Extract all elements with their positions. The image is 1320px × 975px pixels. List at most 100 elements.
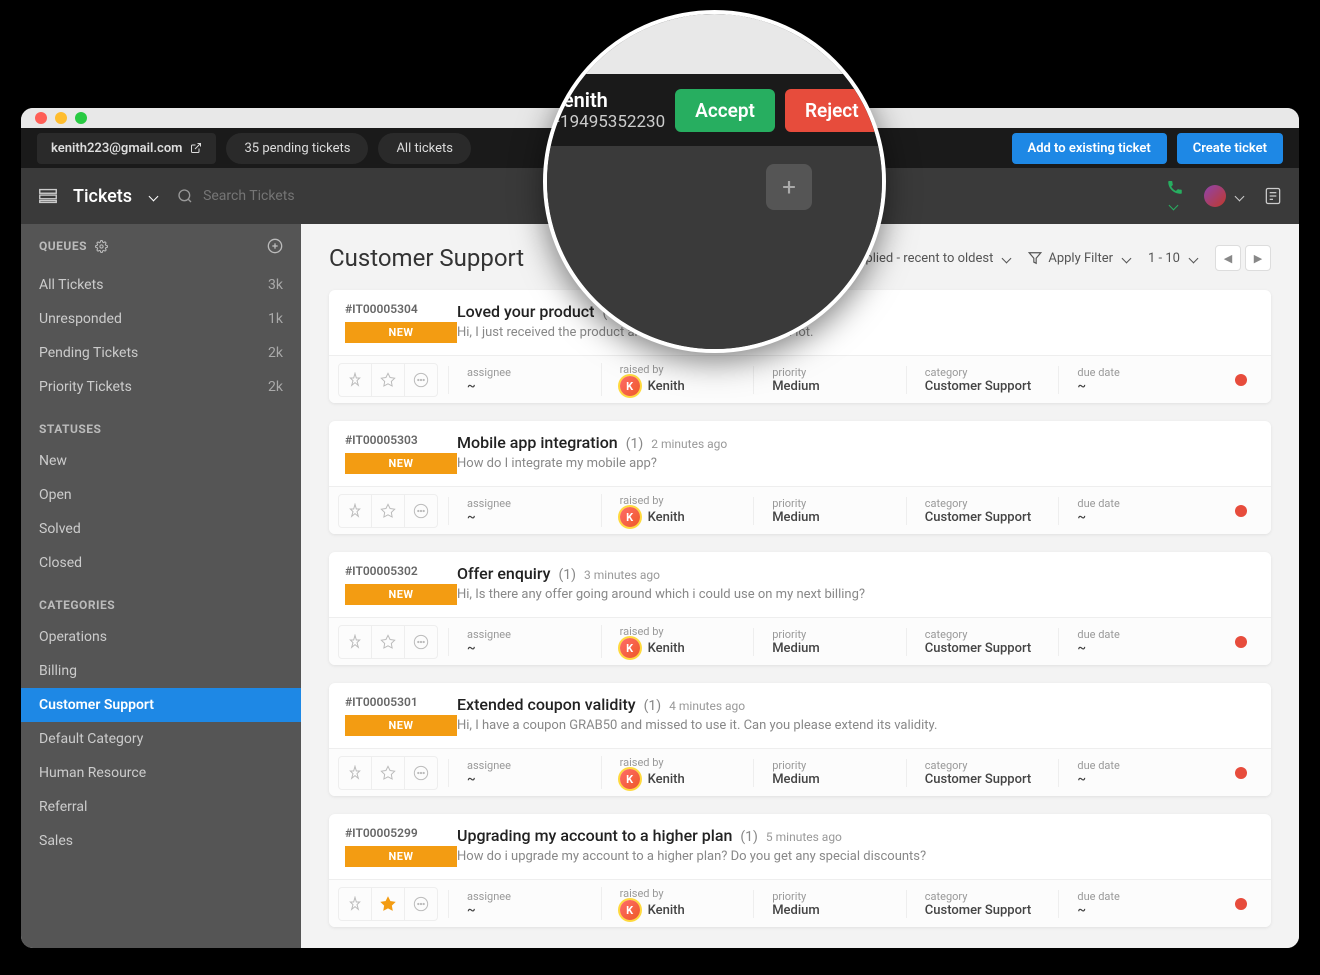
- categories-heading: CATEGORIES: [21, 580, 301, 620]
- ticket-title: Offer enquiry: [457, 564, 550, 583]
- external-link-icon: [190, 142, 202, 154]
- caller-name: Kenith: [550, 88, 665, 112]
- more-icon[interactable]: [404, 363, 438, 397]
- more-icon[interactable]: [404, 494, 438, 528]
- prev-page-button[interactable]: ◀: [1215, 245, 1241, 271]
- more-icon[interactable]: [404, 756, 438, 790]
- pin-icon[interactable]: [338, 363, 372, 397]
- ticket-id: #IT00005304: [345, 302, 457, 316]
- ticket-time: 3 minutes ago: [584, 568, 660, 582]
- tickets-icon: [37, 185, 59, 207]
- status-item[interactable]: Closed: [21, 546, 301, 580]
- ticket-title: Loved your product: [457, 302, 594, 321]
- status-dot: [1235, 898, 1247, 910]
- ticket-id: #IT00005301: [345, 695, 457, 709]
- pending-tickets-pill[interactable]: 35 pending tickets: [226, 133, 368, 164]
- ticket-card[interactable]: #IT00005303 NEW Mobile app integration (…: [329, 421, 1271, 534]
- category-item[interactable]: Customer Support: [21, 688, 301, 722]
- user-avatar[interactable]: [1204, 185, 1243, 207]
- ticket-card[interactable]: #IT00005301 NEW Extended coupon validity…: [329, 683, 1271, 796]
- ticket-id: #IT00005299: [345, 826, 457, 840]
- status-badge: NEW: [345, 584, 457, 605]
- ticket-title: Extended coupon validity: [457, 695, 636, 714]
- search-icon: [177, 188, 193, 204]
- create-ticket-button[interactable]: Create ticket: [1177, 133, 1283, 164]
- ticket-preview: How do I integrate my mobile app?: [457, 456, 1255, 471]
- status-item[interactable]: New: [21, 444, 301, 478]
- ticket-count: (1): [626, 436, 644, 452]
- reject-call-button[interactable]: Reject: [785, 89, 879, 132]
- pin-icon[interactable]: [338, 494, 372, 528]
- sort-dropdown[interactable]: plied - recent to oldest: [865, 251, 1010, 266]
- ticket-time: 4 minutes ago: [669, 699, 745, 713]
- add-queue-icon[interactable]: [267, 238, 283, 254]
- status-dot: [1235, 505, 1247, 517]
- status-item[interactable]: Solved: [21, 512, 301, 546]
- star-icon[interactable]: [371, 494, 405, 528]
- category-item[interactable]: Default Category: [21, 722, 301, 756]
- ticket-title: Mobile app integration: [457, 433, 618, 452]
- ticket-time: 2 minutes ago: [651, 437, 727, 451]
- status-badge: NEW: [345, 846, 457, 867]
- search-input[interactable]: [203, 188, 403, 204]
- toolbar-title: Tickets: [73, 186, 132, 207]
- queue-item[interactable]: Priority Tickets2k: [21, 370, 301, 404]
- ticket-id: #IT00005302: [345, 564, 457, 578]
- account-email[interactable]: kenith223@gmail.com: [37, 133, 216, 164]
- ticket-count: (1): [740, 829, 758, 845]
- ticket-title: Upgrading my account to a higher plan: [457, 826, 732, 845]
- add-to-existing-button[interactable]: Add to existing ticket: [1012, 133, 1167, 164]
- zoom-add-button[interactable]: +: [766, 164, 812, 210]
- next-page-button[interactable]: ▶: [1245, 245, 1271, 271]
- activity-icon[interactable]: [1263, 186, 1283, 206]
- pin-icon[interactable]: [338, 625, 372, 659]
- all-tickets-pill[interactable]: All tickets: [378, 133, 471, 164]
- category-item[interactable]: Operations: [21, 620, 301, 654]
- ticket-preview: Hi, Is there any offer going around whic…: [457, 587, 1255, 602]
- ticket-time: 5 minutes ago: [766, 830, 842, 844]
- chevron-down-icon[interactable]: [146, 186, 157, 207]
- maximize-window-dot[interactable]: [75, 112, 87, 124]
- ticket-count: (1): [558, 567, 576, 583]
- queue-item[interactable]: All Tickets3k: [21, 268, 301, 302]
- status-badge: NEW: [345, 715, 457, 736]
- close-window-dot[interactable]: [35, 112, 47, 124]
- star-icon[interactable]: [371, 887, 405, 921]
- page-title: Customer Support: [329, 244, 524, 272]
- category-item[interactable]: Human Resource: [21, 756, 301, 790]
- queues-heading: QUEUES: [39, 239, 87, 253]
- queue-item[interactable]: Unresponded1k: [21, 302, 301, 336]
- main-content: Customer Support plied - recent to oldes…: [301, 224, 1299, 948]
- status-dot: [1235, 767, 1247, 779]
- status-dot: [1235, 374, 1247, 386]
- ticket-card[interactable]: #IT00005302 NEW Offer enquiry (1) 3 minu…: [329, 552, 1271, 665]
- gear-icon[interactable]: [95, 240, 108, 253]
- ticket-preview: Hi, I have a coupon GRAB50 and missed to…: [457, 718, 1255, 733]
- ticket-card[interactable]: #IT00005299 NEW Upgrading my account to …: [329, 814, 1271, 927]
- status-badge: NEW: [345, 453, 457, 474]
- statuses-heading: STATUSES: [21, 404, 301, 444]
- status-dot: [1235, 636, 1247, 648]
- queue-item[interactable]: Pending Tickets2k: [21, 336, 301, 370]
- filter-dropdown[interactable]: Apply Filter: [1028, 251, 1130, 266]
- accept-call-button[interactable]: Accept: [675, 89, 775, 132]
- pin-icon[interactable]: [338, 756, 372, 790]
- email-text: kenith223@gmail.com: [51, 141, 182, 156]
- minimize-window-dot[interactable]: [55, 112, 67, 124]
- ticket-preview: Hi, I just received the product and am p…: [457, 325, 1255, 340]
- pin-icon[interactable]: [338, 887, 372, 921]
- category-item[interactable]: Billing: [21, 654, 301, 688]
- status-item[interactable]: Open: [21, 478, 301, 512]
- status-badge: NEW: [345, 322, 457, 343]
- more-icon[interactable]: [404, 887, 438, 921]
- phone-icon[interactable]: [1166, 178, 1184, 215]
- range-dropdown[interactable]: 1 - 10: [1148, 251, 1197, 266]
- ticket-preview: How do i upgrade my account to a higher …: [457, 849, 1255, 864]
- category-item[interactable]: Referral: [21, 790, 301, 824]
- category-item[interactable]: Sales: [21, 824, 301, 858]
- filter-label: Apply Filter: [1048, 251, 1113, 266]
- star-icon[interactable]: [371, 625, 405, 659]
- star-icon[interactable]: [371, 756, 405, 790]
- more-icon[interactable]: [404, 625, 438, 659]
- star-icon[interactable]: [371, 363, 405, 397]
